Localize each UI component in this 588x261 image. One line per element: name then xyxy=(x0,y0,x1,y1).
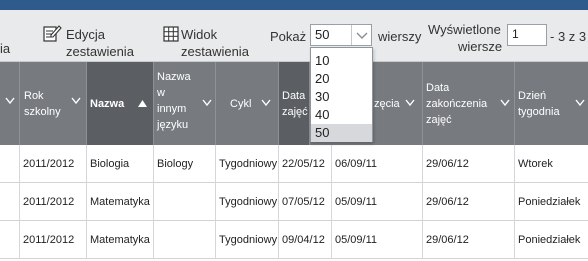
displayed-rows-label-2: wiersze xyxy=(458,39,503,54)
column-header-school-year[interactable]: Rok szkolny xyxy=(20,62,87,145)
page-size-option-10[interactable]: 10 xyxy=(311,52,372,70)
column-header-label: szkolny xyxy=(24,106,61,118)
table-cell: 29/06/12 xyxy=(423,145,515,183)
table-cell: 2011/2012 xyxy=(20,145,87,183)
chevron-down-icon[interactable] xyxy=(404,97,416,113)
column-header-weekday[interactable]: Dzień tygodnia xyxy=(515,62,588,145)
table-cell xyxy=(0,145,20,183)
column-header-label: zajęć xyxy=(282,106,308,118)
column-header-name[interactable]: Nazwa xyxy=(87,62,154,145)
page-size-select[interactable]: 50 xyxy=(310,24,372,46)
table-row[interactable]: 2011/2012 Biologia Biology Tygodniowy 22… xyxy=(0,145,588,183)
table-cell: 05/09/11 xyxy=(332,183,423,221)
table-cell: 09/04/12 xyxy=(279,221,332,259)
chevron-down-icon[interactable] xyxy=(260,97,272,113)
top-header-bar xyxy=(0,0,588,10)
table-cell: Matematyka xyxy=(87,183,154,221)
column-header-label: zakończenia xyxy=(426,98,488,110)
chevron-down-icon[interactable] xyxy=(201,97,213,113)
edit-summary-label-1: Edycja xyxy=(66,27,106,42)
table-body: 2011/2012 Biologia Biology Tygodniowy 22… xyxy=(0,145,588,261)
rows-from-value: 1 xyxy=(512,27,519,41)
column-header-name-other-language[interactable]: Nazwa w innym języku xyxy=(154,62,216,145)
table-cell: Matematyka xyxy=(87,221,154,259)
column-header-class-date[interactable]: Data zajęć xyxy=(279,62,310,145)
table-row[interactable]: 2011/2012 Matematyka Tygodniowy 09/04/12… xyxy=(0,221,588,259)
page-size-option-50[interactable]: 50 xyxy=(311,124,372,142)
table-cell: 29/06/12 xyxy=(423,183,515,221)
column-header-label: Data xyxy=(426,82,450,94)
chevron-down-icon[interactable] xyxy=(351,25,371,45)
toolbar-cut-label: ia xyxy=(0,41,11,56)
table-cell: Poniedziałek xyxy=(518,196,581,208)
table-cell: Poniedziałek xyxy=(518,234,581,246)
column-header-cycle[interactable]: Cykl xyxy=(216,62,279,145)
table-cell: Tygodniowy xyxy=(216,145,279,183)
column-header-label: Nazwa xyxy=(157,71,191,83)
table-row[interactable]: 2011/2012 Matematyka Tygodniowy 07/05/12… xyxy=(0,183,588,221)
page-size-option-20[interactable]: 20 xyxy=(311,70,372,88)
column-header-label: innym xyxy=(157,103,187,115)
table-cell: Wtorek xyxy=(518,158,553,170)
table-cell xyxy=(0,183,20,221)
chevron-down-icon[interactable] xyxy=(574,97,586,113)
displayed-rows-label-1: Wyświetlone xyxy=(428,22,501,37)
table-header: Rok szkolny Nazwa Nazwa w innym języku C… xyxy=(0,62,588,145)
column-header-end-date[interactable]: Data zakończenia zajęć xyxy=(423,62,515,145)
summary-view-label-1: Widok xyxy=(181,27,218,42)
column-header-label: zęcia xyxy=(374,98,400,110)
edit-summary-button[interactable]: Edycja zestawienia xyxy=(66,26,156,60)
table-cell: Biologia xyxy=(87,145,154,183)
column-header-label: Data xyxy=(282,90,306,102)
table-cell: 2011/2012 xyxy=(20,183,87,221)
column-header-partial[interactable] xyxy=(0,62,20,145)
edit-summary-label-2: zestawienia xyxy=(66,44,134,59)
table-cell xyxy=(154,183,216,221)
table-cell: Tygodniowy xyxy=(216,183,279,221)
column-header-label: języku xyxy=(157,119,189,131)
column-header-label: Dzień xyxy=(518,90,547,102)
summary-view-label-2: zestawienia xyxy=(181,44,249,59)
sort-ascending-icon[interactable] xyxy=(137,97,148,113)
show-label: Pokaż xyxy=(270,29,307,44)
table-cell: 06/09/11 xyxy=(332,145,423,183)
column-header-label: zajęć xyxy=(426,114,452,126)
table-cell xyxy=(0,221,20,259)
chevron-down-icon[interactable] xyxy=(70,95,82,111)
rows-range-label: - 3 z 3 xyxy=(550,29,587,44)
table-cell: Biology xyxy=(154,145,216,183)
page-size-value: 50 xyxy=(315,27,330,42)
page-size-option-40[interactable]: 40 xyxy=(311,106,372,124)
page-size-dropdown: 10 20 30 40 50 xyxy=(310,47,373,142)
table-cell: 05/09/11 xyxy=(332,221,423,259)
column-header-label: Nazwa xyxy=(90,98,125,110)
chevron-down-icon[interactable] xyxy=(499,97,511,113)
edit-icon[interactable] xyxy=(42,24,62,49)
column-header-label: tygodnia xyxy=(518,106,560,118)
summary-view-button[interactable]: Widok zestawienia xyxy=(181,26,256,60)
column-header-label: Rok xyxy=(24,90,44,102)
chevron-down-icon[interactable] xyxy=(4,95,16,111)
grid-view-icon[interactable] xyxy=(163,26,179,47)
table-cell: 2011/2012 xyxy=(20,221,87,259)
column-header-label: w xyxy=(157,87,165,99)
rows-from-input[interactable]: 1 xyxy=(507,24,547,46)
page-size-option-30[interactable]: 30 xyxy=(311,88,372,106)
table-cell: 22/05/12 xyxy=(279,145,332,183)
table-cell xyxy=(154,221,216,259)
rows-suffix-label: wierszy xyxy=(378,29,422,44)
toolbar: ia Edycja zestawienia Widok zestawienia … xyxy=(0,10,588,62)
table-cell: Tygodniowy xyxy=(216,221,279,259)
table-cell: 07/05/12 xyxy=(279,183,332,221)
table-cell: 29/06/12 xyxy=(423,221,515,259)
column-header-label: Cykl xyxy=(230,98,252,110)
